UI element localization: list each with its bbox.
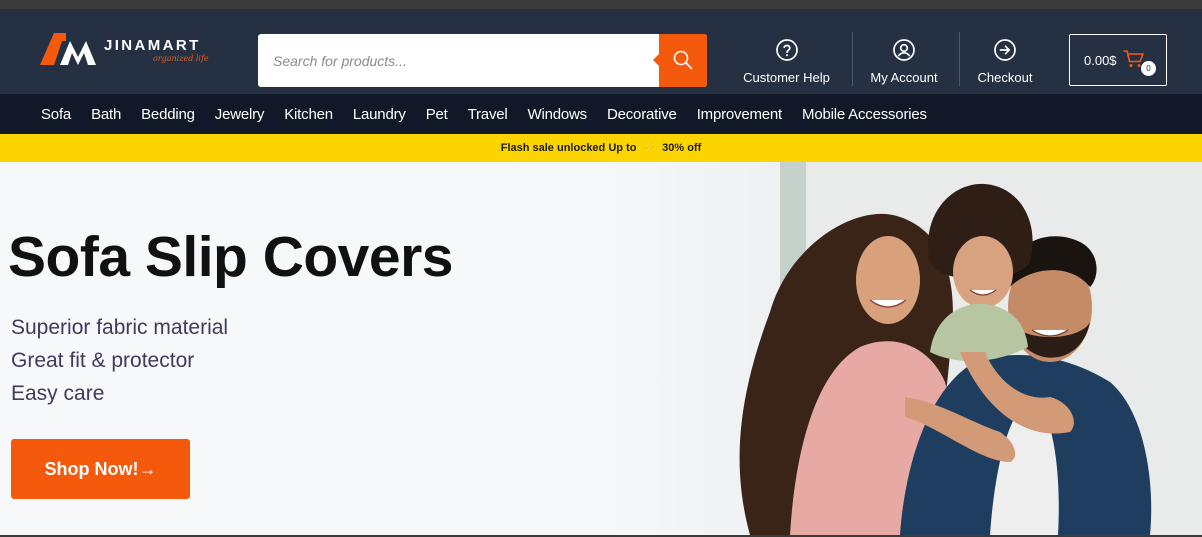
category-sofa[interactable]: Sofa: [31, 106, 81, 123]
customer-help-label: Customer Help: [743, 70, 830, 85]
shop-now-button[interactable]: Shop Now!→: [11, 439, 190, 499]
search-button[interactable]: [653, 34, 707, 87]
hero-feature: Great fit & protector: [11, 349, 195, 372]
category-decorative[interactable]: Decorative: [597, 106, 687, 123]
flash-sale-discount: 30% off: [662, 142, 702, 154]
hero-title: Sofa Slip Covers: [8, 225, 453, 289]
checkout-link[interactable]: Checkout: [970, 18, 1040, 103]
brand-tagline: organized life: [153, 54, 209, 63]
category-improvement[interactable]: Improvement: [687, 106, 792, 123]
browser-top-strip: [0, 0, 1202, 9]
header-divider: [959, 32, 960, 86]
site-header: JINAMART organized life Customer Help My…: [0, 9, 1202, 94]
category-windows[interactable]: Windows: [518, 106, 597, 123]
brand-logo-mark-icon: [40, 33, 96, 65]
category-pet[interactable]: Pet: [416, 106, 458, 123]
category-bath[interactable]: Bath: [81, 106, 131, 123]
search-input[interactable]: [258, 34, 658, 87]
category-travel[interactable]: Travel: [458, 106, 518, 123]
brand-logo[interactable]: JINAMART organized life: [40, 33, 215, 73]
flash-sale-text: Flash sale unlocked Up to: [500, 142, 637, 154]
question-circle-icon: [775, 39, 798, 61]
category-laundry[interactable]: Laundry: [343, 106, 416, 123]
cart-count-badge: 0: [1141, 61, 1156, 76]
user-circle-icon: [893, 39, 915, 61]
brand-name: JINAMART: [104, 37, 201, 54]
category-bedding[interactable]: Bedding: [131, 106, 205, 123]
category-mobile-accessories[interactable]: Mobile Accessories: [792, 106, 937, 123]
flash-sale-banner: Flash sale unlocked Up to ⚡ 30% off: [0, 134, 1202, 162]
checkout-label: Checkout: [977, 70, 1033, 85]
header-divider: [852, 32, 853, 86]
my-account-link[interactable]: My Account: [862, 18, 946, 103]
cart-button[interactable]: 0.00$ 0: [1069, 34, 1167, 86]
hero-feature: Easy care: [11, 382, 105, 405]
arrow-right-circle-icon: [994, 39, 1016, 61]
lightning-icon: ⚡: [642, 142, 657, 154]
hero-family-photo: [600, 162, 1202, 535]
category-kitchen[interactable]: Kitchen: [274, 106, 343, 123]
hero-feature: Superior fabric material: [11, 316, 229, 339]
search-icon: [673, 50, 693, 70]
my-account-label: My Account: [870, 70, 938, 85]
category-jewelry[interactable]: Jewelry: [205, 106, 274, 123]
customer-help-link[interactable]: Customer Help: [735, 18, 838, 103]
category-nav: Sofa Bath Bedding Jewelry Kitchen Laundr…: [0, 94, 1202, 134]
cart-total: 0.00$: [1084, 53, 1117, 68]
hero-banner: Sofa Slip Covers Superior fabric materia…: [0, 162, 1202, 535]
search-bar: [258, 34, 707, 87]
